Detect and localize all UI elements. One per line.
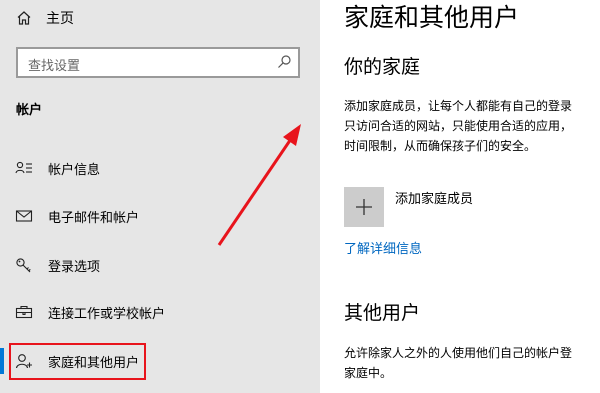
main-panel: 家庭和其他用户 你的家庭 添加家庭成员，让每个人都能有自己的登录 只访问合适的网… (320, 0, 600, 393)
briefcase-icon (14, 304, 34, 320)
description-line: 添加家庭成员，让每个人都能有自己的登录 (344, 99, 573, 113)
search-placeholder: 查找设置 (28, 59, 81, 74)
sidebar-item-sign-in-options[interactable]: 登录选项 (0, 253, 320, 277)
sidebar-item-label: 连接工作或学校帐户 (48, 306, 166, 322)
account-info-icon (14, 161, 34, 175)
home-icon (17, 11, 31, 25)
search-icon[interactable] (276, 54, 292, 70)
sidebar-item-work-school[interactable]: 连接工作或学校帐户 (0, 300, 320, 324)
description-line: 允许除家人之外的人使用他们自己的帐户登 (344, 346, 573, 360)
learn-more-link[interactable]: 了解详细信息 (344, 238, 422, 257)
sidebar-item-label: 帐户信息 (48, 162, 101, 178)
family-heading: 你的家庭 (344, 56, 421, 78)
search-input[interactable]: 查找设置 (16, 47, 300, 78)
home-label: 主页 (46, 11, 74, 27)
settings-window: 主页 查找设置 帐户 帐户信息 电子邮件和帐户 登录选项 连接工作或学校帐户 家… (0, 0, 600, 393)
add-family-member-button[interactable] (344, 187, 384, 227)
description-line: 只访问合适的网站，只能使用合适的应用， (344, 119, 573, 133)
other-users-description: 允许除家人之外的人使用他们自己的帐户登 家庭中。 (344, 343, 600, 383)
highlight-box (9, 343, 146, 380)
key-icon (14, 257, 34, 273)
sidebar-item-label: 电子邮件和帐户 (48, 210, 140, 226)
description-line: 家庭中。 (344, 366, 393, 380)
family-description: 添加家庭成员，让每个人都能有自己的登录 只访问合适的网站，只能使用合适的应用， … (344, 96, 600, 156)
section-title: 帐户 (16, 103, 43, 118)
sidebar: 主页 查找设置 帐户 帐户信息 电子邮件和帐户 登录选项 连接工作或学校帐户 家… (0, 0, 320, 393)
home-nav-item[interactable]: 主页 (16, 8, 74, 28)
sidebar-item-email[interactable]: 电子邮件和帐户 (0, 204, 320, 228)
sidebar-item-label: 登录选项 (48, 259, 101, 275)
other-users-heading: 其他用户 (344, 302, 421, 324)
description-line: 时间限制，从而确保孩子们的安全。 (344, 139, 537, 153)
mail-icon (14, 209, 34, 223)
page-title: 家庭和其他用户 (344, 3, 520, 32)
plus-icon (356, 199, 372, 215)
sidebar-item-account-info[interactable]: 帐户信息 (0, 156, 320, 180)
add-family-member-label[interactable]: 添加家庭成员 (395, 188, 473, 207)
